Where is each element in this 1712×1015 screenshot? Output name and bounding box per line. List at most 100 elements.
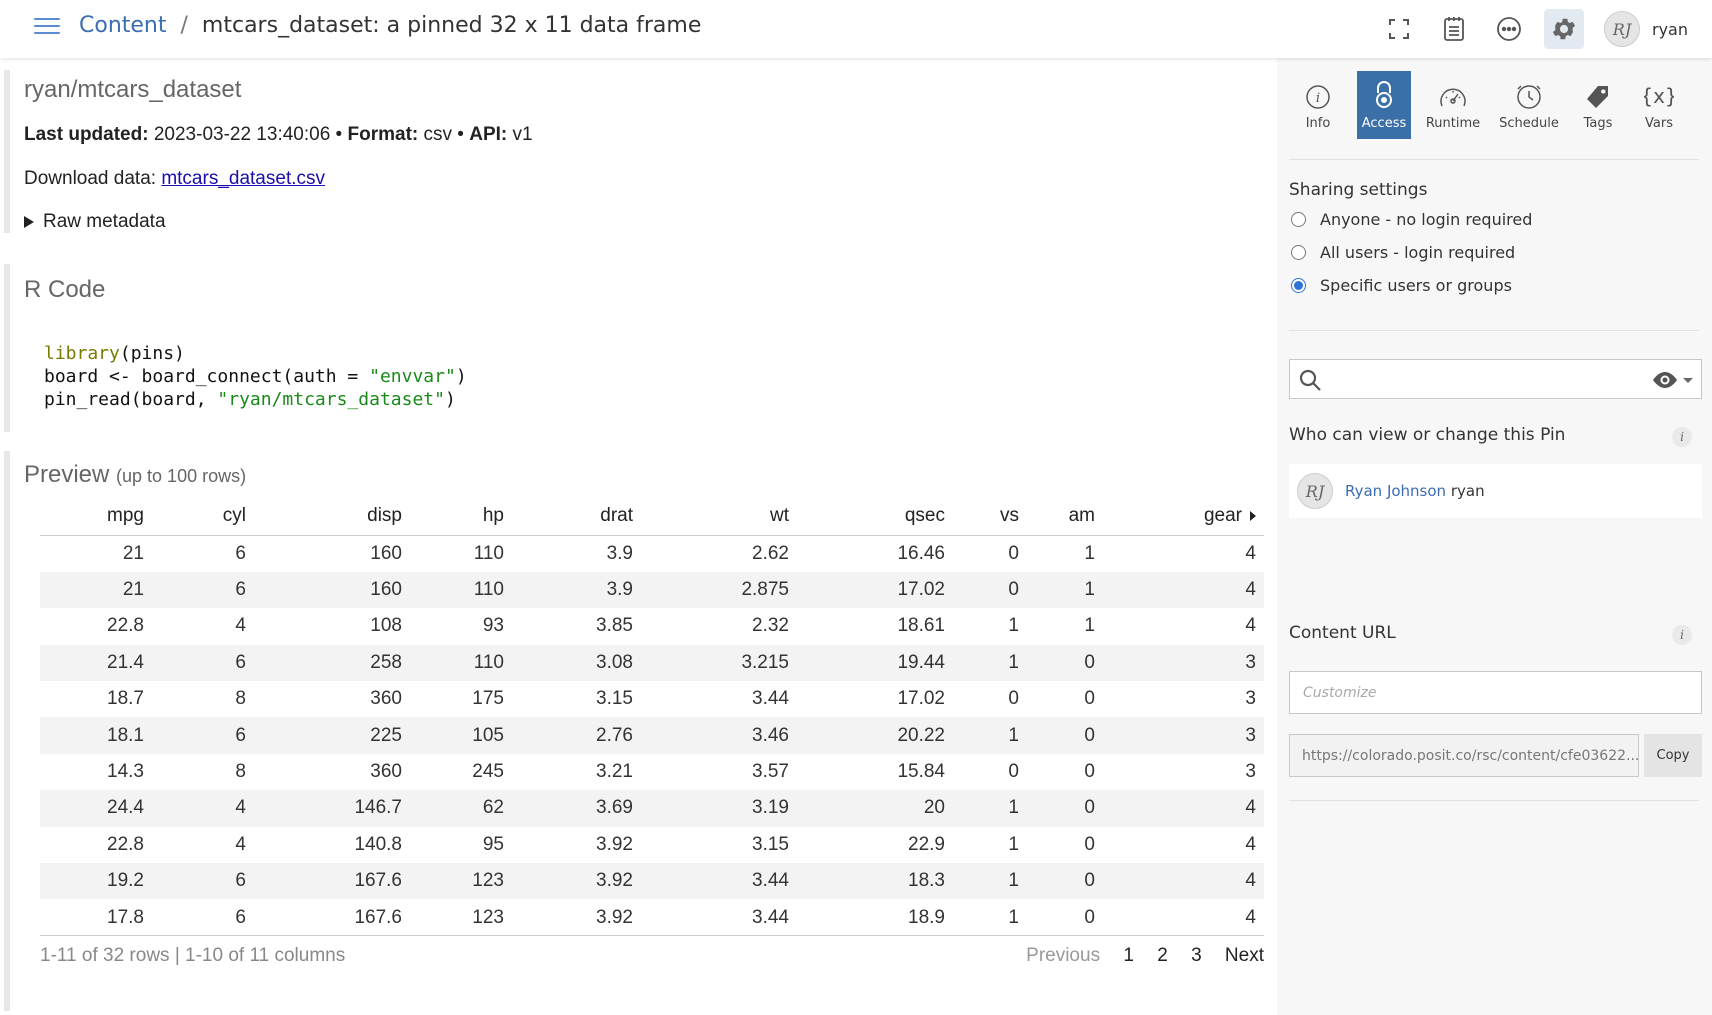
table-cell: 1 <box>953 790 1027 827</box>
more-options-icon[interactable] <box>1489 9 1529 49</box>
table-cell: 18.61 <box>897 615 945 637</box>
table-cell: 3.215 <box>641 644 797 682</box>
fullscreen-icon[interactable] <box>1379 9 1419 49</box>
table-cell: 8 <box>235 688 246 710</box>
custom-url-input[interactable] <box>1289 671 1702 714</box>
permission-dropdown[interactable] <box>1650 370 1693 390</box>
format-value: csv <box>423 124 453 145</box>
pagination: Previous 1 2 3 Next <box>1008 945 1264 967</box>
table-cell: 360 <box>370 761 402 783</box>
user-name: ryan <box>1652 19 1688 39</box>
chevron-down-icon <box>1683 377 1693 383</box>
table-cell: 6 <box>235 906 246 928</box>
table-cell: 0 <box>1027 790 1103 827</box>
tab-access[interactable]: Access <box>1357 71 1411 139</box>
user-menu[interactable]: RJ ryan <box>1604 11 1688 47</box>
table-cell: 0 <box>1027 644 1103 682</box>
who-can-view-title: Who can view or change this Pin <box>1289 425 1566 445</box>
tab-label: Runtime <box>1425 116 1481 131</box>
radio-anyone[interactable]: Anyone - no login required <box>1291 210 1532 229</box>
next-columns-arrow-icon[interactable] <box>1250 511 1256 521</box>
pin-name: ryan/mtcars_dataset <box>24 76 242 103</box>
table-cell: 3.08 <box>512 644 641 682</box>
column-header[interactable]: mpg <box>40 497 152 536</box>
tag-icon <box>1587 86 1608 108</box>
info-icon[interactable]: i <box>1672 625 1692 645</box>
table-cell: 3.46 <box>641 717 797 754</box>
tab-info[interactable]: i Info <box>1289 71 1347 139</box>
table-cell: 0 <box>1027 863 1103 900</box>
tab-tags[interactable]: Tags <box>1567 71 1629 139</box>
column-header[interactable]: qsec <box>797 497 953 536</box>
column-header[interactable]: am <box>1027 497 1103 536</box>
radio-button-selected[interactable] <box>1291 278 1306 293</box>
column-header[interactable]: disp <box>254 497 410 536</box>
table-cell: 6 <box>152 717 254 754</box>
column-header[interactable]: vs <box>953 497 1027 536</box>
table-cell: 95 <box>482 833 504 855</box>
table-cell: 105 <box>410 717 512 754</box>
table-cell: 123 <box>472 906 504 928</box>
table-cell: 6 <box>235 542 246 564</box>
column-header[interactable]: wt <box>641 497 797 536</box>
preview-title-text: Preview <box>24 461 110 488</box>
raw-metadata-toggle[interactable]: Raw metadata <box>24 211 1264 233</box>
divider <box>1289 330 1699 331</box>
top-icons: RJ ryan <box>1364 0 1712 58</box>
table-cell: 0 <box>1084 906 1095 928</box>
info-icon[interactable]: i <box>1672 427 1692 447</box>
table-cell: 3.9 <box>606 542 633 564</box>
radio-all-users[interactable]: All users - login required <box>1291 243 1515 262</box>
code-line2-string: "envvar" <box>369 366 456 387</box>
user-search-input[interactable] <box>1328 366 1648 392</box>
download-line: Download data: mtcars_dataset.csv <box>24 168 1264 190</box>
radio-specific-users[interactable]: Specific users or groups <box>1291 276 1512 295</box>
previous-page-button[interactable]: Previous <box>1026 945 1100 966</box>
table-cell: 3.57 <box>752 761 789 783</box>
download-link[interactable]: mtcars_dataset.csv <box>161 168 325 189</box>
breadcrumb-content-link[interactable]: Content <box>79 13 167 38</box>
table-cell: 0 <box>1084 761 1095 783</box>
variable-icon: {x} <box>1644 84 1674 108</box>
column-header[interactable]: hp <box>410 497 512 536</box>
tab-label: Tags <box>1583 116 1613 131</box>
table-cell: 93 <box>482 615 504 637</box>
table-cell: 19.44 <box>797 644 953 682</box>
column-header[interactable]: drat <box>512 497 641 536</box>
table-cell: 1 <box>1027 571 1103 609</box>
radio-button[interactable] <box>1291 212 1306 227</box>
table-cell: 21.4 <box>40 644 152 682</box>
content-url-field[interactable]: https://colorado.posit.co/rsc/content/cf… <box>1289 734 1639 777</box>
table-header-row: mpg cyl disp hp drat wt qsec vs am gear <box>40 497 1264 536</box>
notes-icon[interactable] <box>1434 9 1474 49</box>
panel-tabs: i Info Access Runtime Schedule Tags {x} … <box>1289 71 1687 139</box>
copy-url-button[interactable]: Copy <box>1644 734 1702 777</box>
radio-button[interactable] <box>1291 245 1306 260</box>
table-row: 18.7 8 360 175 3.15 3.44 17.02 0 0 3 <box>40 681 1264 717</box>
menu-icon[interactable] <box>34 18 60 38</box>
page-3-button[interactable]: 3 <box>1191 945 1202 966</box>
table-row: 17.8 6 167.6 123 3.92 3.44 18.9 1 0 4 <box>40 899 1264 935</box>
column-header[interactable]: cyl <box>152 497 254 536</box>
table-cell: 1 <box>1084 542 1095 564</box>
table-cell: 22.8 <box>107 615 144 637</box>
user-search-box <box>1289 359 1702 399</box>
avatar: RJ <box>1604 11 1640 47</box>
tab-runtime[interactable]: Runtime <box>1415 71 1491 139</box>
owner-name-link[interactable]: Ryan Johnson <box>1345 482 1446 500</box>
tab-schedule[interactable]: Schedule <box>1493 71 1565 139</box>
table-row: 22.8 4 140.8 95 3.92 3.15 22.9 1 0 4 <box>40 827 1264 863</box>
preview-table: mpg cyl disp hp drat wt qsec vs am gear … <box>40 497 1264 936</box>
column-header-gear[interactable]: gear <box>1103 497 1264 536</box>
page-2-button[interactable]: 2 <box>1157 945 1168 966</box>
tab-vars[interactable]: {x} Vars <box>1631 71 1687 139</box>
table-cell: 167.6 <box>254 863 410 900</box>
table-row: 18.1 6 225 105 2.76 3.46 20.22 1 0 3 <box>40 717 1264 754</box>
table-cell: 0 <box>1084 688 1095 710</box>
settings-gear-icon[interactable] <box>1544 9 1584 49</box>
table-cell: 1 <box>1008 906 1019 928</box>
table-cell: 22.9 <box>908 833 945 855</box>
page-1-button[interactable]: 1 <box>1123 945 1134 966</box>
next-page-button[interactable]: Next <box>1225 945 1264 966</box>
table-cell: 4 <box>235 833 246 855</box>
